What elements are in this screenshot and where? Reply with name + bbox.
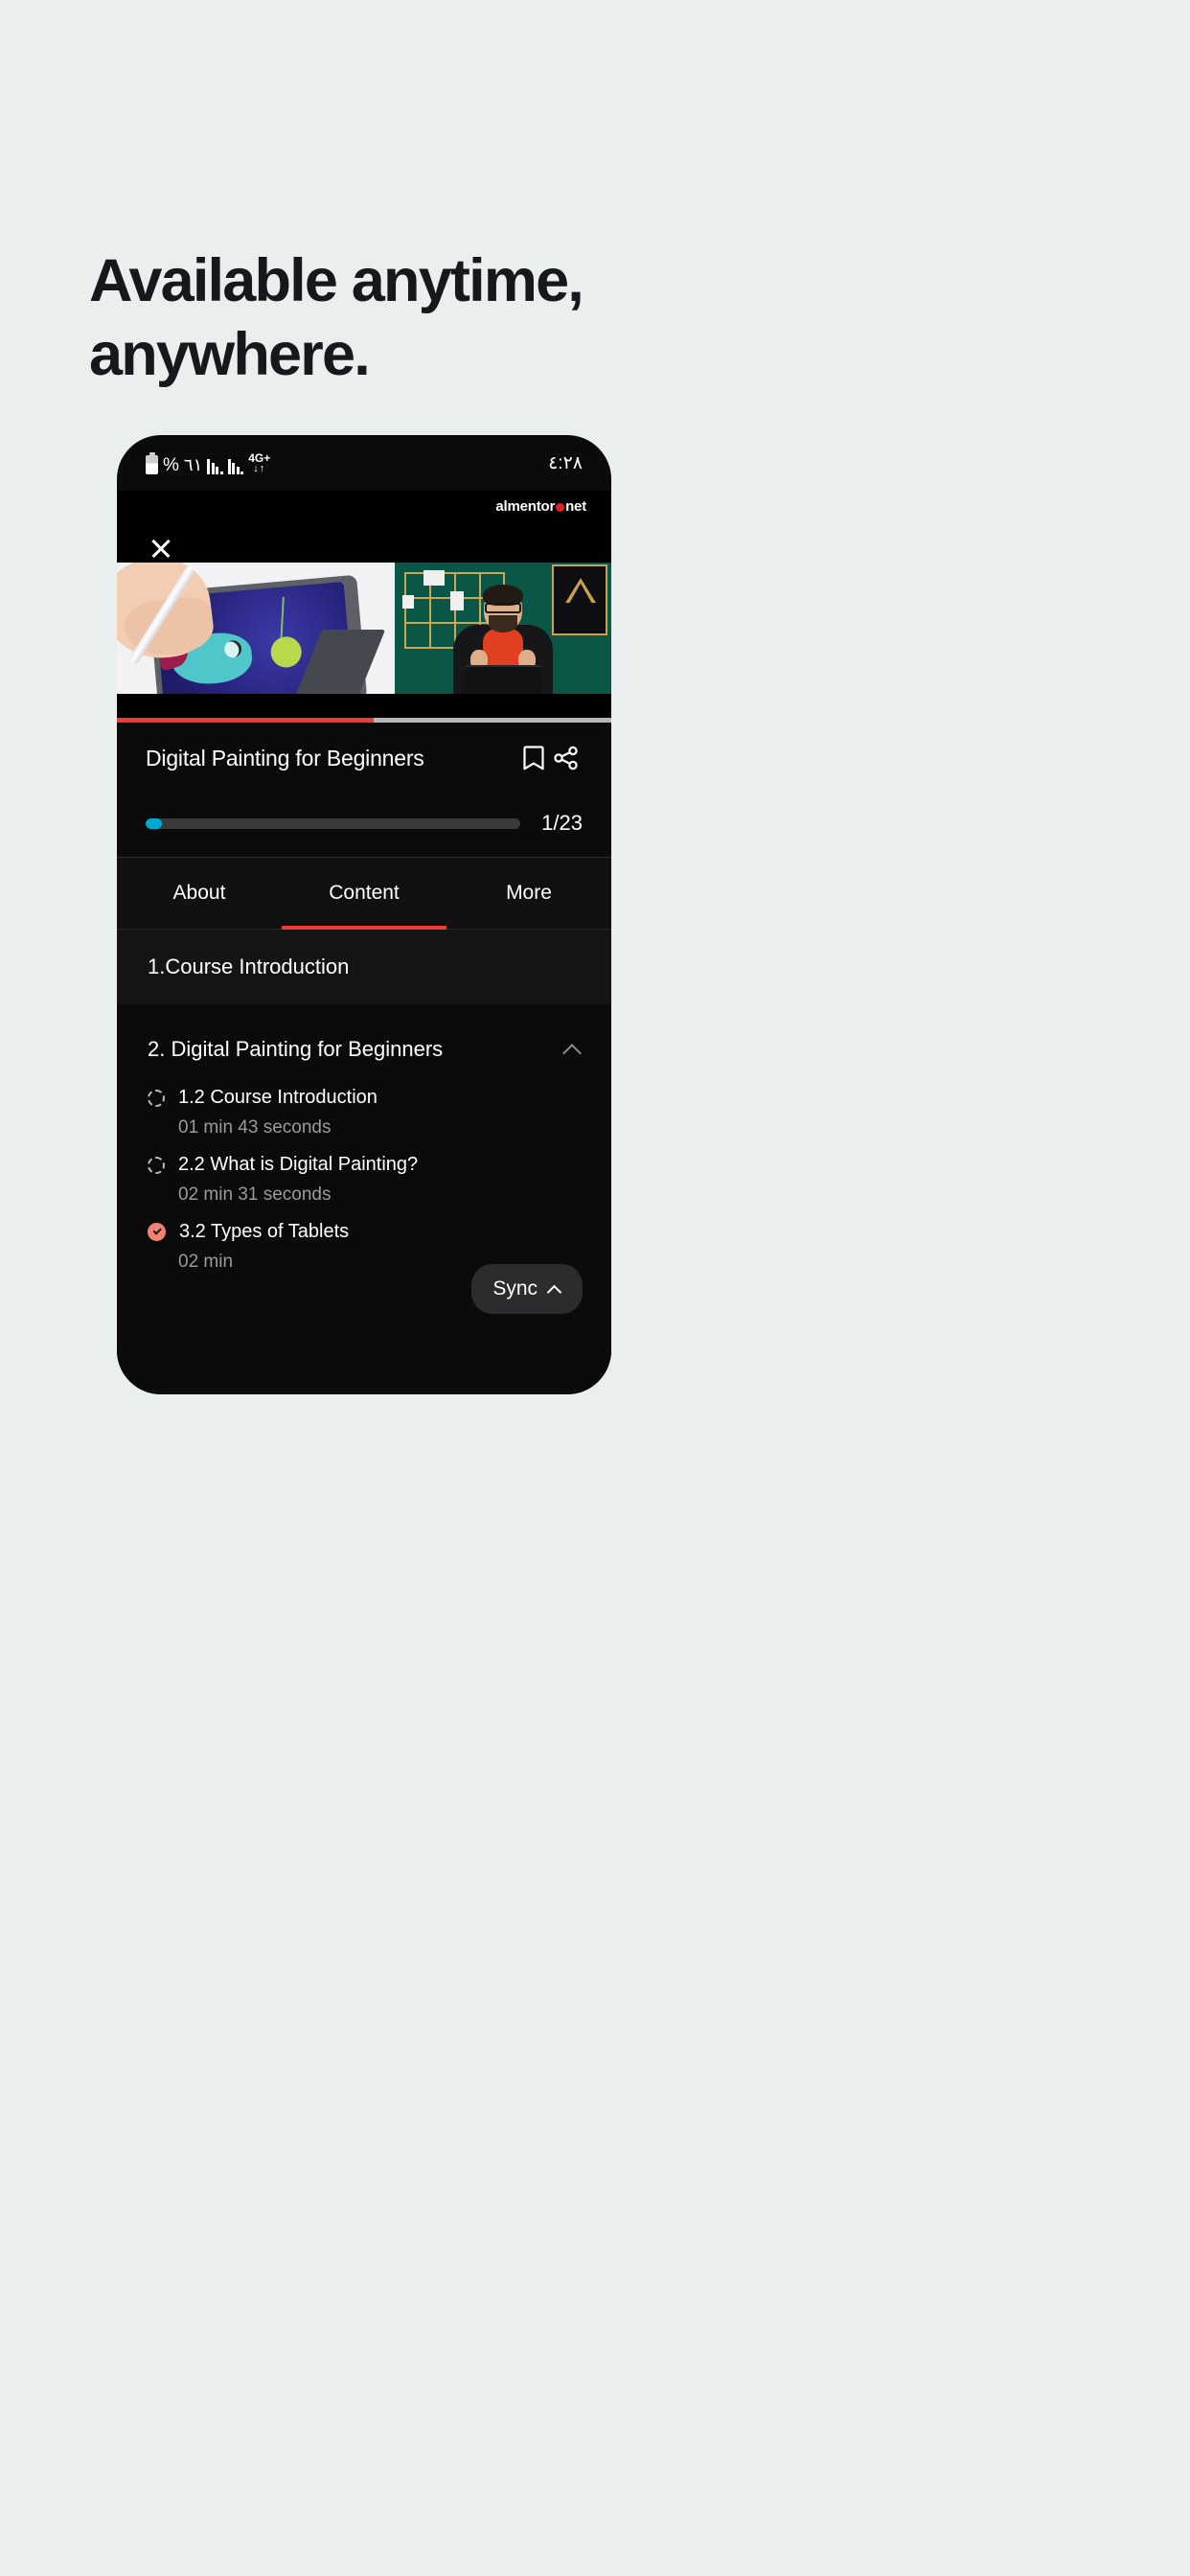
course-title-row: Digital Painting for Beginners [117,723,611,794]
tab-more[interactable]: More [446,858,611,929]
brand-dot-icon [556,502,565,512]
bookmark-icon[interactable] [517,742,550,774]
lesson-title: 2.2 What is Digital Painting? [178,1154,419,1175]
curriculum-list[interactable]: 1.Course Introduction 2. Digital Paintin… [117,930,611,1394]
status-bar-clock: ٤:٢٨ [548,452,583,473]
video-frame-tablet-demo [117,563,395,694]
course-progress-bar[interactable] [146,817,521,829]
lesson-title: 3.2 Types of Tablets [179,1221,350,1242]
section-title-1: 1.Course Introduction [148,954,350,978]
list-item[interactable]: 2.2 What is Digital Painting? 02 min 31 … [117,1146,611,1213]
signal-bars-sim2-icon [227,457,244,474]
video-frames [117,563,611,694]
course-progress-fill [146,817,162,829]
glasses-icon [485,603,521,613]
lesson-header: 2.2 What is Digital Painting? [148,1154,581,1176]
battery-icon [146,452,158,474]
course-progress-count: 1/23 [541,811,583,835]
battery-percent-value: ٦١ [183,455,203,474]
brand-bar: almentor net [117,491,611,521]
headline-line-2: anywhere. [89,321,371,389]
page-headline: Available anytime, anywhere. [89,244,702,393]
almentor-logo: almentor net [495,498,586,515]
video-frame-instructor [395,563,611,694]
instructor-figure [449,585,557,694]
share-icon[interactable] [550,742,583,774]
headline-line-1: Available anytime, [89,247,584,314]
sync-button[interactable]: Sync [471,1264,583,1314]
instructor-beard [489,615,517,632]
desk-tablet [464,665,542,694]
brand-name-right: net [565,497,586,515]
lesson-status-complete-icon [148,1223,166,1241]
tab-about[interactable]: About [117,858,282,929]
brand-name-left: almentor [495,497,556,515]
network-type-indicator: 4G+ ↓↑ [248,452,270,474]
course-progress-row: 1/23 [117,794,611,853]
list-item[interactable]: 1.2 Course Introduction 01 min 43 second… [117,1079,611,1146]
section-title-2: 2. Digital Painting for Beginners [148,1037,444,1061]
lesson-header: 1.2 Course Introduction [148,1087,581,1109]
lesson-title: 1.2 Course Introduction [178,1087,378,1108]
drawn-blob [269,635,304,669]
sync-button-label: Sync [492,1277,538,1300]
lesson-status-incomplete-icon [148,1156,165,1174]
lesson-status-incomplete-icon [148,1089,165,1107]
signal-bars-sim1-icon [207,457,223,474]
status-bar-left: % ٦١ 4G+ ↓↑ [146,451,270,474]
drawn-stroke [280,596,285,641]
battery-percent-label: % [163,455,179,475]
section-header-2[interactable]: 2. Digital Painting for Beginners [117,1004,611,1079]
phone-mockup: % ٦١ 4G+ ↓↑ ٤:٢٨ almentor net Digital Pa… [117,435,611,1394]
wall-note-3 [402,595,414,609]
close-icon[interactable] [149,537,172,560]
lesson-header: 3.2 Types of Tablets [148,1221,581,1243]
chevron-up-icon [547,1283,561,1296]
status-bar: % ٦١ 4G+ ↓↑ ٤:٢٨ [117,435,611,491]
course-title: Digital Painting for Beginners [146,745,424,770]
content-tabs: About Content More [117,857,611,930]
video-player[interactable] [117,521,611,723]
wall-note-1 [423,570,445,586]
chevron-up-icon[interactable] [563,1041,581,1058]
network-arrows-icon: ↓↑ [253,463,266,474]
wall-art-frame [552,564,607,635]
lesson-duration: 02 min 31 seconds [178,1184,332,1205]
tab-content[interactable]: Content [282,858,446,929]
lesson-duration: 01 min 43 seconds [178,1117,332,1138]
section-header-1[interactable]: 1.Course Introduction [117,930,611,1004]
